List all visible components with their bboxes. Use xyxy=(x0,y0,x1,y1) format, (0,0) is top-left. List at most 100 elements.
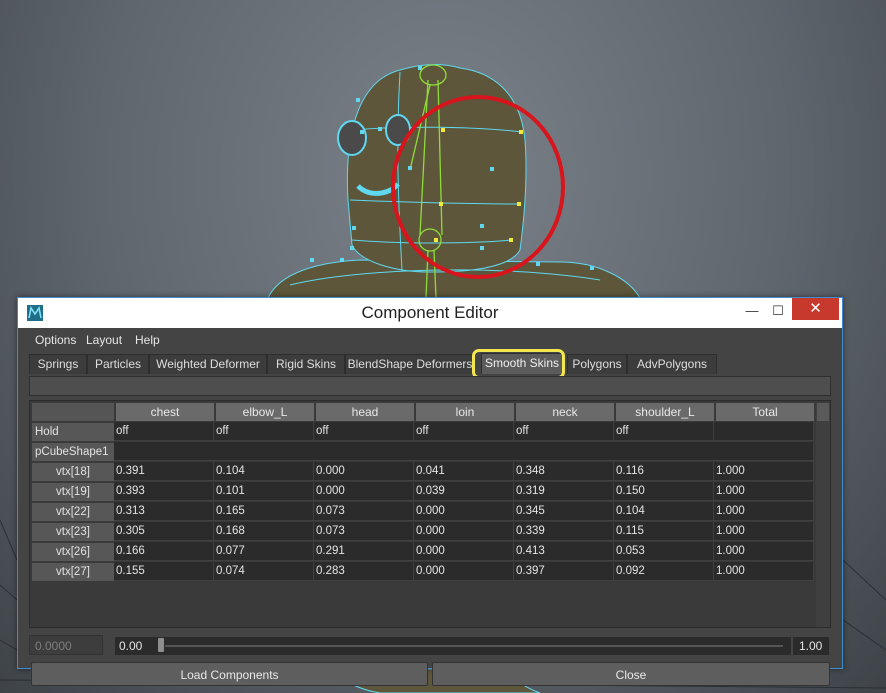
weight-cell-neck[interactable]: 0.339 xyxy=(514,522,614,541)
weight-cell-elbow-l[interactable]: 0.165 xyxy=(214,502,314,521)
row-header-shape[interactable]: pCubeShape1 xyxy=(32,443,114,461)
table-vertical-scrollbar[interactable] xyxy=(816,403,830,627)
col-header-head[interactable]: head xyxy=(316,403,414,421)
tab-highlight-annotation xyxy=(472,349,565,379)
slider-max-field[interactable]: 1.00 xyxy=(793,637,829,655)
weight-cell-neck[interactable]: 0.413 xyxy=(514,542,614,561)
weight-cell-neck[interactable]: 0.348 xyxy=(514,462,614,481)
close-window-button[interactable]: ✕ xyxy=(792,298,839,320)
weight-cell-elbow-l[interactable]: 0.101 xyxy=(214,482,314,501)
left-ear xyxy=(337,120,367,156)
hold-cell-total xyxy=(714,422,814,441)
weight-cell-head[interactable]: 0.073 xyxy=(314,502,414,521)
weight-cell-total: 1.000 xyxy=(714,562,814,581)
filter-bar[interactable] xyxy=(29,376,831,396)
weight-cell-chest[interactable]: 0.155 xyxy=(114,562,214,581)
weight-cell-chest[interactable]: 0.391 xyxy=(114,462,214,481)
slider-groove xyxy=(159,645,783,647)
menu-bar: Options Layout Help xyxy=(25,328,835,352)
weight-cell-total: 1.000 xyxy=(714,482,814,501)
weight-cell-loin[interactable]: 0.039 xyxy=(414,482,514,501)
tab-rigid-skins[interactable]: Rigid Skins xyxy=(267,354,345,374)
row-header-vtx[interactable]: vtx[19] xyxy=(32,483,114,501)
weight-cell-loin[interactable]: 0.000 xyxy=(414,542,514,561)
tab-springs[interactable]: Springs xyxy=(29,354,87,374)
weight-cell-elbow-l[interactable]: 0.168 xyxy=(214,522,314,541)
col-header-shoulder-l[interactable]: shoulder_L xyxy=(616,403,714,421)
weight-cell-loin[interactable]: 0.000 xyxy=(414,522,514,541)
weight-cell-neck[interactable]: 0.345 xyxy=(514,502,614,521)
load-components-button[interactable]: Load Components xyxy=(31,662,428,686)
col-header-loin[interactable]: loin xyxy=(416,403,514,421)
row-header-vtx[interactable]: vtx[26] xyxy=(32,543,114,561)
row-header-vtx[interactable]: vtx[27] xyxy=(32,563,114,581)
row-header-vtx[interactable]: vtx[23] xyxy=(32,523,114,541)
weight-cell-head[interactable]: 0.291 xyxy=(314,542,414,561)
tab-blendshape-deformers[interactable]: BlendShape Deformers xyxy=(345,354,475,374)
button-row: Load Components Close xyxy=(29,662,833,688)
weight-cell-shoulder-l[interactable]: 0.115 xyxy=(614,522,714,541)
weight-cell-shoulder-l[interactable]: 0.053 xyxy=(614,542,714,561)
weight-cell-head[interactable]: 0.073 xyxy=(314,522,414,541)
hold-cell-chest[interactable]: off xyxy=(114,422,214,441)
title-bar[interactable]: Component Editor — ☐ ✕ xyxy=(18,298,842,328)
weight-cell-chest[interactable]: 0.305 xyxy=(114,522,214,541)
col-header-elbow-l[interactable]: elbow_L xyxy=(216,403,314,421)
corner-header xyxy=(32,403,114,421)
close-button[interactable]: Close xyxy=(432,662,830,686)
slider-min-field[interactable]: 0.00 xyxy=(115,637,155,655)
hold-cell-elbow-l[interactable]: off xyxy=(214,422,314,441)
menu-options[interactable]: Options xyxy=(35,332,76,348)
scrollbar-thumb[interactable] xyxy=(817,403,829,421)
weight-cell-elbow-l[interactable]: 0.074 xyxy=(214,562,314,581)
tab-weighted-deformer[interactable]: Weighted Deformer xyxy=(149,354,267,374)
maximize-button[interactable]: ☐ xyxy=(764,298,792,324)
window-title: Component Editor xyxy=(361,303,499,322)
hold-cell-shoulder-l[interactable]: off xyxy=(614,422,714,441)
weight-cell-elbow-l[interactable]: 0.104 xyxy=(214,462,314,481)
weight-cell-neck[interactable]: 0.319 xyxy=(514,482,614,501)
col-header-neck[interactable]: neck xyxy=(516,403,614,421)
row-header-vtx[interactable]: vtx[18] xyxy=(32,463,114,481)
tab-advpolygons[interactable]: AdvPolygons xyxy=(627,354,717,374)
weight-cell-loin[interactable]: 0.000 xyxy=(414,562,514,581)
weight-cell-loin[interactable]: 0.041 xyxy=(414,462,514,481)
menu-layout[interactable]: Layout xyxy=(86,332,122,348)
tab-bar: Springs Particles Weighted Deformer Rigi… xyxy=(29,352,833,374)
shape-row-empty xyxy=(114,442,814,461)
weight-cell-shoulder-l[interactable]: 0.116 xyxy=(614,462,714,481)
col-header-total[interactable]: Total xyxy=(716,403,814,421)
weight-cell-total: 1.000 xyxy=(714,542,814,561)
weight-cell-total: 1.000 xyxy=(714,502,814,521)
weight-cell-shoulder-l[interactable]: 0.092 xyxy=(614,562,714,581)
component-editor-window: Component Editor — ☐ ✕ Options Layout He… xyxy=(17,297,843,686)
weight-cell-chest[interactable]: 0.393 xyxy=(114,482,214,501)
tab-polygons[interactable]: Polygons xyxy=(567,354,627,374)
hold-cell-neck[interactable]: off xyxy=(514,422,614,441)
row-header-hold[interactable]: Hold xyxy=(32,423,114,441)
weight-cell-total: 1.000 xyxy=(714,462,814,481)
weight-cell-shoulder-l[interactable]: 0.150 xyxy=(614,482,714,501)
minimize-button[interactable]: — xyxy=(738,298,766,324)
weight-cell-total: 1.000 xyxy=(714,522,814,541)
weights-table: chest elbow_L head loin neck shoulder_L … xyxy=(29,400,831,628)
weight-cell-head[interactable]: 0.000 xyxy=(314,462,414,481)
col-header-chest[interactable]: chest xyxy=(116,403,214,421)
weight-cell-elbow-l[interactable]: 0.077 xyxy=(214,542,314,561)
weight-slider-track[interactable] xyxy=(155,637,791,655)
weight-cell-shoulder-l[interactable]: 0.104 xyxy=(614,502,714,521)
weight-cell-head[interactable]: 0.283 xyxy=(314,562,414,581)
editor-client-area: Options Layout Help Springs Particles We… xyxy=(25,328,835,686)
weight-slider-handle[interactable] xyxy=(157,637,165,653)
hold-cell-head[interactable]: off xyxy=(314,422,414,441)
menu-help[interactable]: Help xyxy=(135,332,160,348)
weight-cell-neck[interactable]: 0.397 xyxy=(514,562,614,581)
weight-cell-loin[interactable]: 0.000 xyxy=(414,502,514,521)
weight-value-field[interactable]: 0.0000 xyxy=(29,635,103,655)
weight-cell-chest[interactable]: 0.313 xyxy=(114,502,214,521)
weight-cell-chest[interactable]: 0.166 xyxy=(114,542,214,561)
tab-particles[interactable]: Particles xyxy=(87,354,149,374)
row-header-vtx[interactable]: vtx[22] xyxy=(32,503,114,521)
hold-cell-loin[interactable]: off xyxy=(414,422,514,441)
weight-cell-head[interactable]: 0.000 xyxy=(314,482,414,501)
